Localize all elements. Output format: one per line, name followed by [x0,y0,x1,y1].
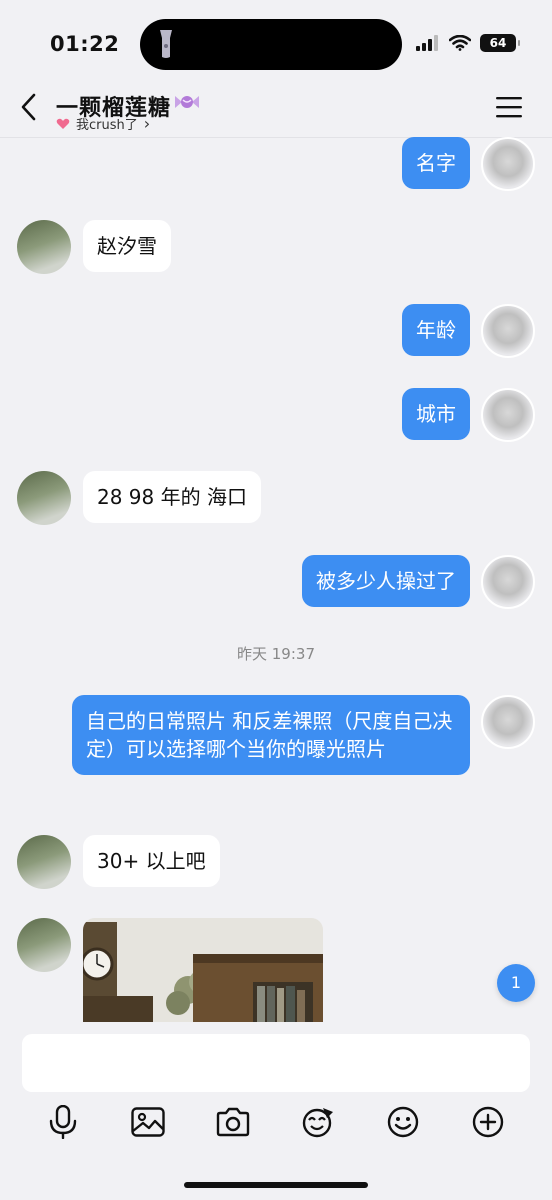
unread-count-badge[interactable]: 1 [497,964,535,1002]
status-bar: 01:22 64 [0,0,552,90]
my-avatar[interactable] [481,695,535,749]
sent-message-bubble[interactable]: 城市 [402,388,470,440]
received-image-message[interactable] [83,918,323,1028]
emoji-button[interactable] [385,1104,421,1140]
received-message-bubble[interactable]: 28 98 年的 海口 [83,471,261,523]
status-time: 01:22 [50,32,120,56]
status-indicators: 64 [416,33,520,53]
back-chevron-icon[interactable] [18,92,40,122]
dynamic-island [140,19,402,70]
input-panel [0,1022,552,1200]
my-avatar[interactable] [481,304,535,358]
sent-message-bubble[interactable]: 被多少人操过了 [302,555,470,607]
crush-tag[interactable]: 我crush了 › [56,114,150,133]
camera-button[interactable] [215,1104,251,1140]
sent-message-bubble[interactable]: 自己的日常照片 和反差裸照（尺度自己决定）可以选择哪个当你的曝光照片 [72,695,470,775]
crush-label: 我crush了 [76,118,138,133]
message-timestamp: 昨天 19:37 [237,645,315,663]
wifi-icon [449,35,471,51]
sticker-icon [302,1108,333,1138]
signal-icon [416,35,438,51]
chat-header: 一颗榴莲糖 我crush了 › [0,80,552,138]
photo-thumbnail [83,918,323,1028]
my-avatar[interactable] [481,388,535,442]
gallery-button[interactable] [130,1104,166,1140]
input-toolbar [0,1104,552,1148]
sent-message-bubble[interactable]: 年龄 [402,304,470,356]
received-message-bubble[interactable]: 30+ 以上吧 [83,835,220,887]
image-icon [131,1107,165,1137]
candy-icon [175,96,199,108]
plus-circle-icon [472,1106,504,1138]
more-button[interactable] [470,1104,506,1140]
home-indicator[interactable] [184,1182,368,1188]
microphone-icon [49,1105,77,1139]
my-avatar[interactable] [481,137,535,191]
smiley-icon [387,1106,419,1138]
message-input[interactable] [22,1034,530,1092]
my-avatar[interactable] [481,555,535,609]
battery-indicator: 64 [480,34,520,52]
received-message-bubble[interactable]: 赵汐雪 [83,220,171,272]
contact-avatar[interactable] [17,220,71,274]
voice-button[interactable] [45,1104,81,1140]
contact-avatar[interactable] [17,471,71,525]
sticker-button[interactable] [300,1104,336,1140]
contact-avatar[interactable] [17,835,71,889]
sent-message-bubble[interactable]: 名字 [402,137,470,189]
flashlight-icon [160,30,172,58]
hamburger-menu-icon[interactable] [496,96,522,118]
heart-icon [56,118,70,129]
contact-avatar[interactable] [17,918,71,972]
camera-icon [216,1107,250,1137]
chevron-right-icon: › [143,114,151,133]
